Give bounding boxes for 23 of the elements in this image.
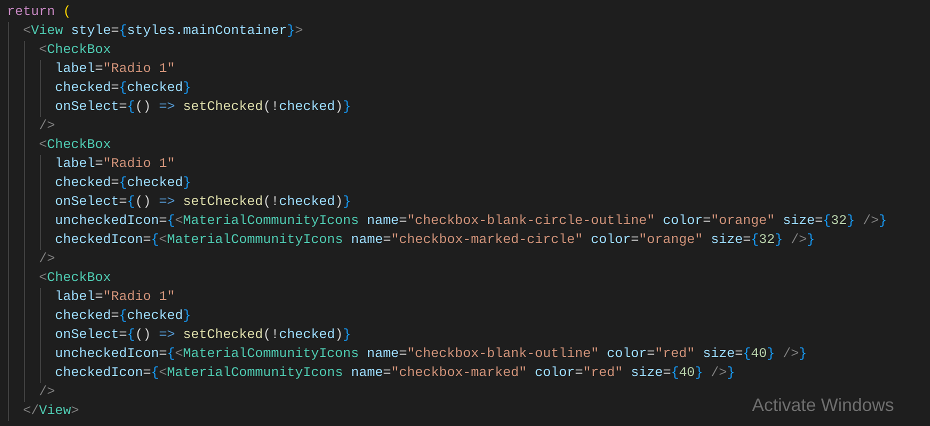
code-line: checked={checked} [7, 307, 191, 326]
code-line: uncheckedIcon={<MaterialCommunityIcons name="checkbox-blank-outline" color="red" size={40} />} [7, 345, 807, 364]
code-line: uncheckedIcon={<MaterialCommunityIcons name="checkbox-blank-circle-outline" color="orange" size={32} />} [7, 212, 887, 231]
code-line: checked={checked} [7, 174, 191, 193]
code-line: <View style={styles.mainContainer}> [7, 22, 303, 41]
code-line: checked={checked} [7, 79, 191, 98]
activation-notice: Activate Windows [752, 395, 894, 415]
code-line: /> [7, 250, 55, 269]
code-line: label="Radio 1" [7, 288, 175, 307]
code-line: onSelect={() => setChecked(!checked)} [7, 193, 351, 212]
code-line: /> [7, 383, 55, 402]
code-line: <CheckBox [7, 41, 111, 60]
code-line: onSelect={() => setChecked(!checked)} [7, 326, 351, 345]
code-line: checkedIcon={<MaterialCommunityIcons name="checkbox-marked-circle" color="orange" size={32} />} [7, 231, 815, 250]
code-line: label="Radio 1" [7, 155, 175, 174]
code-line: </View> [7, 402, 79, 421]
code-line: onSelect={() => setChecked(!checked)} [7, 98, 351, 117]
code-line: <CheckBox [7, 269, 111, 288]
code-line: <CheckBox [7, 136, 111, 155]
code-line: return ( [7, 4, 71, 22]
code-line: label="Radio 1" [7, 60, 175, 79]
code-line: /> [7, 117, 55, 136]
code-line: checkedIcon={<MaterialCommunityIcons name="checkbox-marked" color="red" size={40} />} [7, 364, 735, 383]
